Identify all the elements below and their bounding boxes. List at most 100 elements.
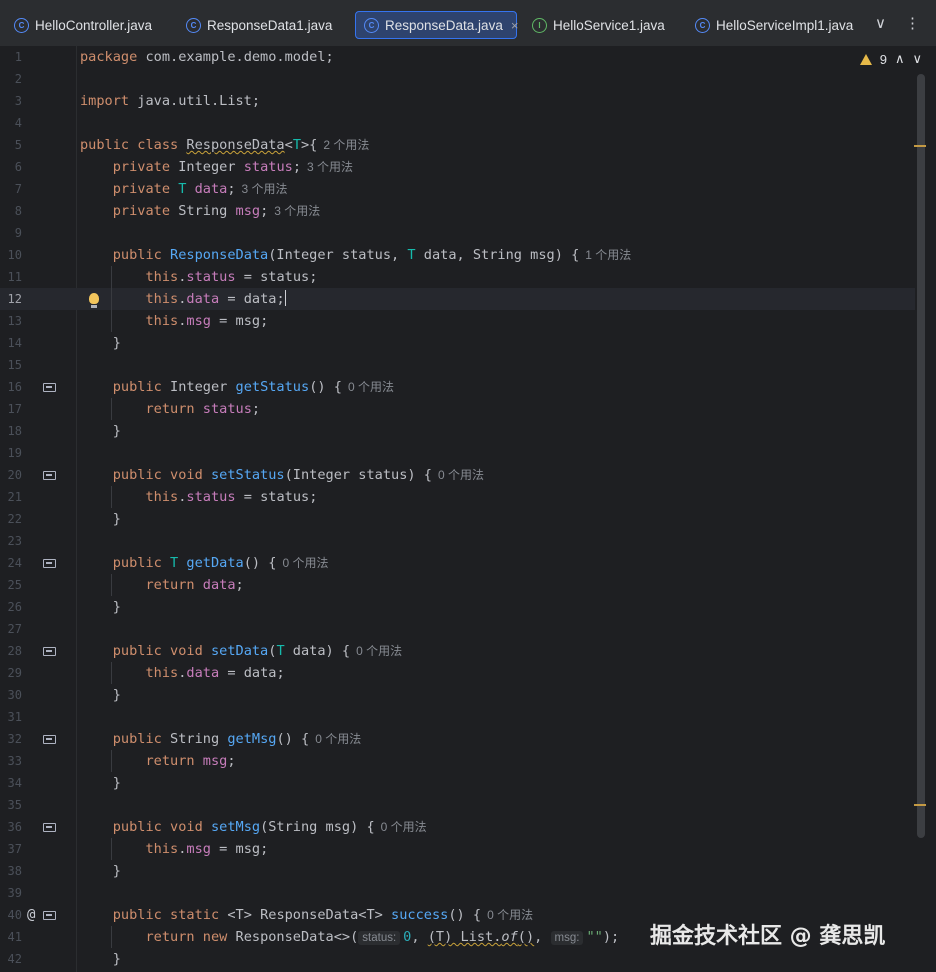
line-number: 2	[14, 72, 22, 86]
line-number: 24	[7, 556, 22, 570]
text-caret	[284, 290, 287, 306]
indent-guide	[111, 838, 112, 860]
code-line: 1 package com.example.demo.model;	[0, 46, 915, 68]
line-number: 15	[7, 358, 22, 372]
line-number: 14	[7, 336, 22, 350]
generic: <T>	[358, 907, 383, 923]
line-number: 19	[7, 446, 22, 460]
line-number: 18	[7, 424, 22, 438]
code-text: package com.example.demo.model;	[80, 46, 334, 68]
warning-marker[interactable]	[914, 145, 926, 147]
method-name: getStatus	[235, 379, 310, 395]
tab-helloservice1[interactable]: I HelloService1.java	[524, 11, 673, 39]
expr: = data;	[219, 665, 285, 681]
tab-responsedata[interactable]: C ResponseData.java ×	[355, 11, 519, 39]
usage-hint[interactable]: 0 个用法	[348, 380, 394, 394]
code-text: public void setData(T data) {0 个用法	[80, 640, 402, 662]
code-line: 17 return status;	[0, 398, 915, 420]
keyword: public static	[80, 907, 228, 923]
more-vertical-icon[interactable]: ⋮	[905, 14, 920, 32]
line-number: 10	[7, 248, 22, 262]
keyword: return	[145, 753, 203, 769]
line-number: 40	[7, 908, 22, 922]
tab-helloserviceimpl1[interactable]: C HelloServiceImpl1.java	[687, 11, 861, 39]
code-text: private Integer status; 3 个用法	[80, 156, 353, 178]
implements-icon[interactable]	[43, 823, 56, 832]
generic: <T>	[227, 907, 252, 923]
code-line: 21 this.status = status;	[0, 486, 915, 508]
method-call: of	[501, 929, 518, 945]
params: (Integer status,	[268, 247, 408, 263]
indent-guide	[111, 398, 112, 420]
code-editor[interactable]: 9 ∧ ∨ 1 package com.example.demo.model; 2…	[0, 46, 936, 972]
implements-icon[interactable]	[43, 383, 56, 392]
line-number: 20	[7, 468, 22, 482]
usage-hint[interactable]: 3 个用法	[307, 160, 353, 174]
punct: ,	[534, 929, 551, 945]
parameter-hint: status:	[358, 931, 401, 945]
keyword: this	[145, 841, 179, 857]
usage-hint[interactable]: 0 个用法	[487, 908, 533, 922]
usage-hint[interactable]: 1 个用法	[585, 248, 631, 262]
keyword: private	[80, 203, 179, 219]
vertical-scrollbar[interactable]	[917, 74, 925, 838]
usage-hint[interactable]: 3 个用法	[242, 182, 288, 196]
line-number: 6	[14, 160, 22, 174]
usage-hint[interactable]: 0 个用法	[282, 556, 328, 570]
code-line: 25 return data;	[0, 574, 915, 596]
params: () {	[448, 907, 482, 923]
code-line: 10 public ResponseData(Integer status, T…	[0, 244, 915, 266]
code-text: this.status = status;	[145, 489, 318, 505]
close-icon[interactable]: ×	[511, 18, 519, 33]
line-number: 38	[7, 864, 22, 878]
field: status	[202, 401, 252, 417]
code-text: }	[80, 863, 121, 879]
line-number: 23	[7, 534, 22, 548]
chevron-down-icon[interactable]: ∨	[875, 14, 886, 32]
tab-responsedata1[interactable]: C ResponseData1.java	[178, 11, 340, 39]
annotation-icon[interactable]: @	[27, 904, 35, 926]
line-number: 33	[7, 754, 22, 768]
punct: ,	[411, 929, 428, 945]
warning-marker[interactable]	[914, 804, 926, 806]
code-line: 14 }	[0, 332, 915, 354]
tab-hellocontroller[interactable]: C HelloController.java	[6, 11, 160, 39]
code-text: private T data; 3 个用法	[80, 178, 288, 200]
usage-hint[interactable]: 0 个用法	[315, 732, 361, 746]
implements-icon[interactable]	[43, 471, 56, 480]
implements-icon[interactable]	[43, 559, 56, 568]
indent-guide	[111, 574, 112, 596]
line-number: 5	[14, 138, 22, 152]
punct: ;	[292, 159, 301, 175]
implements-icon[interactable]	[43, 647, 56, 656]
punct: ;	[227, 181, 236, 197]
code-text: public class ResponseData<T>{2 个用法	[80, 134, 369, 156]
class-icon: C	[364, 17, 379, 33]
code-line: 13 this.msg = msg;	[0, 310, 915, 332]
usage-hint[interactable]: 0 个用法	[381, 820, 427, 834]
tab-label: ResponseData1.java	[207, 17, 333, 33]
usage-hint[interactable]: 0 个用法	[438, 468, 484, 482]
code-line: 31	[0, 706, 915, 728]
line-number: 32	[7, 732, 22, 746]
usage-hint[interactable]: 2 个用法	[323, 138, 369, 152]
keyword: public	[80, 555, 171, 571]
keyword: public	[80, 379, 171, 395]
expr: = msg;	[210, 841, 269, 857]
indent-guide	[111, 750, 112, 772]
code-line: 6 private Integer status; 3 个用法	[0, 156, 915, 178]
usage-hint[interactable]: 0 个用法	[356, 644, 402, 658]
string-literal: ""	[586, 929, 603, 945]
implements-icon[interactable]	[43, 735, 56, 744]
implements-icon[interactable]	[43, 911, 56, 920]
usage-hint[interactable]: 3 个用法	[274, 204, 320, 218]
params: () {	[276, 731, 310, 747]
code-text: public void setStatus(Integer status) {0…	[80, 464, 484, 486]
code-line: 32 public String getMsg() {0 个用法	[0, 728, 915, 750]
class-icon: C	[186, 17, 201, 33]
code-text: private String msg; 3 个用法	[80, 200, 321, 222]
code-line: 16 public Integer getStatus() {0 个用法	[0, 376, 915, 398]
line-number: 25	[7, 578, 22, 592]
code-text: return status;	[80, 398, 260, 420]
code-line: 24 public T getData() {0 个用法	[0, 552, 915, 574]
